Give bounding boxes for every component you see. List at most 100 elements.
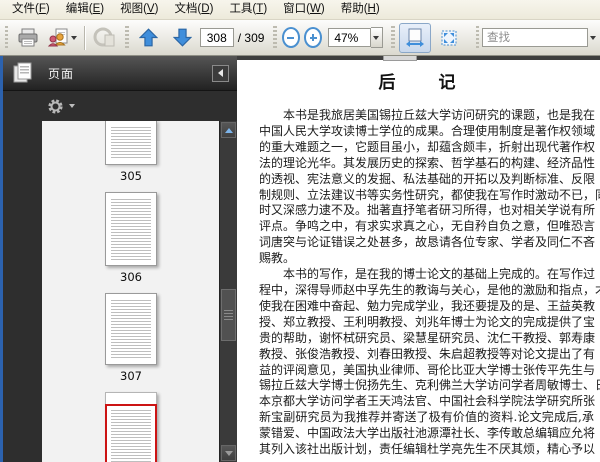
toolbar-grip[interactable] [475, 25, 479, 50]
menu-w[interactable]: 窗口(W) [275, 0, 333, 19]
menu-v[interactable]: 视图(V) [112, 0, 166, 19]
pages-panel-header: 页面 [3, 56, 237, 91]
text-line: 制规则、立法建议书等实务性研究，都使我在写作时激动不已，同 [259, 187, 600, 202]
text-line: 本书是我旅居美国锡拉丘兹大学访问研究的课题，也是我在 [283, 108, 596, 122]
fit-width-button[interactable] [398, 22, 431, 53]
print-button[interactable] [12, 23, 44, 53]
toolbar-grip[interactable] [5, 25, 9, 50]
menu-h[interactable]: 帮助(H) [333, 0, 388, 19]
collaborate-dropdown[interactable] [71, 25, 78, 51]
text-line: 评点。争鸣之中，有求实求真之心，无自矜自负之意，但唯恐言 [259, 219, 596, 234]
scroll-up-button[interactable] [221, 122, 236, 138]
document-view[interactable]: 后 记 本书是我旅居美国锡拉丘兹大学访问研究的课题，也是我在 中国人民大学攻读博士… [237, 56, 600, 462]
previous-page-edge [383, 56, 417, 61]
text-line: 教授、张俊浩教授、刘春田教授、朱启超教授等对论文提出了有 [259, 346, 596, 361]
chevron-down-icon [69, 104, 75, 108]
toolbar-grip[interactable] [125, 25, 129, 50]
collaborate-icon [47, 28, 71, 48]
scroll-up-icon [224, 127, 233, 133]
zoom-level-dropdown[interactable] [370, 27, 384, 48]
text-line: 的透视、宪法意义的发掘、私法基础的开拓以及判断标准、反限 [259, 171, 596, 186]
options-button[interactable] [47, 98, 75, 115]
text-line: 锡拉丘兹大学博士倪扬先生、克利佛兰大学访问学者周敏博士、日 [259, 378, 600, 393]
page-thumbnail-308[interactable] [105, 392, 157, 462]
page-title: 后 记 [378, 73, 459, 93]
page-thumbnail-306[interactable] [105, 192, 157, 266]
scrollbar-thumb[interactable] [221, 289, 236, 341]
thumbnail-list: 305 306 307 308 [42, 121, 220, 462]
page-up-icon [139, 28, 159, 47]
sidebar-scrollbar[interactable] [219, 121, 237, 462]
text-line: 本京都大学访问学者王天鸿法官、中国社会科学院法学研究所张 [259, 394, 596, 409]
toolbar-grip[interactable] [273, 25, 277, 50]
thumbnail-text [111, 300, 151, 359]
share-disabled-icon [93, 27, 117, 49]
thumbnail-page-number: 305 [120, 169, 142, 183]
thumbnail-text [111, 127, 151, 159]
page-thumbnail-307[interactable] [105, 293, 157, 365]
gear-icon [47, 98, 64, 115]
find-input[interactable] [481, 28, 588, 47]
text-line: 贵的帮助，谢怀栻研究员、梁慧星研究员、沈仁干教授、郭寿康 [259, 330, 596, 345]
text-line: 程中，深得导师赵中孚先生的教诲与关心，是他的激励和指点，才 [259, 282, 600, 297]
fit-page-button[interactable] [433, 23, 465, 53]
scroll-down-icon [224, 450, 233, 456]
scroll-down-button[interactable] [221, 445, 236, 461]
collapse-panel-button[interactable] [212, 64, 229, 82]
page-gap [237, 56, 600, 61]
content-area: 页面 305 306 307 308 [0, 56, 600, 462]
thumbnail-text [111, 410, 151, 462]
pages-icon [11, 61, 35, 85]
page-count-label: / 309 [237, 30, 265, 45]
text-line: 的重大难题之一，它题目虽小，却蕴含颇丰，折射出现代著作权 [259, 139, 596, 154]
text-line: 赐教。 [259, 251, 296, 266]
pages-panel: 页面 305 306 307 308 [3, 56, 237, 462]
zoom-out-icon [287, 36, 295, 39]
page-thumbnail-305[interactable] [105, 121, 157, 165]
pages-panel-title: 页面 [48, 66, 75, 81]
previous-page-button[interactable] [133, 23, 165, 53]
zoom-level-value[interactable]: 47% [328, 28, 371, 47]
thumbnail-item: 305 [105, 121, 157, 183]
toolbar-grip[interactable] [391, 25, 395, 50]
chevron-down-icon [373, 35, 380, 40]
text-line: 时又深感力逮不及。拙著直抒笔者研习所得，也对相关学说有所 [259, 203, 596, 218]
page-number-input[interactable] [199, 28, 234, 47]
text-line: 新宝副研究员为我推荐并寄送了极有价值的资料.论文完成后,承 [259, 410, 594, 425]
menu-d[interactable]: 文档(D) [166, 0, 221, 19]
zoom-in-button[interactable] [304, 27, 323, 48]
text-line: 词唐突与论证错误之处甚多，故恳请各位专家、学者及同仁不吝 [259, 235, 596, 250]
thumbnail-text [111, 199, 151, 260]
text-line: 授、郑立教授、王利明教授、刘兆年博士为论文的完成提供了宝 [259, 314, 596, 329]
printer-icon [17, 28, 39, 48]
thumbnail-item: 306 [105, 192, 157, 284]
text-line: 其列入该社出版计划，责任编辑杜学亮先生不厌其烦，精心予以 [259, 442, 596, 457]
page-body: 本书是我旅居美国锡拉丘兹大学访问研究的课题，也是我在 中国人民大学攻读博士学位的成… [237, 93, 600, 458]
pages-panel-toolbar [3, 91, 237, 121]
current-view-box [105, 404, 157, 462]
thumbnail-page-number: 306 [120, 270, 142, 284]
pdf-viewer-window: 文件(F) 编辑(E) 视图(V) 文档(D) 工具(T) 窗口(W) 帮助(H) [0, 0, 600, 462]
thumbnail-item: 308 [105, 392, 157, 462]
fit-page-icon [439, 28, 459, 48]
zoom-out-button[interactable] [281, 27, 301, 48]
text-line: 使我在困难中奋起、勉力完成学业，我还要提及的是、王益英教 [259, 298, 596, 313]
menubar: 文件(F) 编辑(E) 视图(V) 文档(D) 工具(T) 窗口(W) 帮助(H) [0, 0, 600, 20]
chevron-down-icon [590, 35, 596, 40]
text-line: 蒙错爱、中国政法大学出版社池源潭社长、李传敢总编辑应允将 [259, 426, 596, 441]
menu-e[interactable]: 编辑(E) [58, 0, 112, 19]
menu-t[interactable]: 工具(T) [221, 0, 275, 19]
fit-width-icon [405, 28, 425, 48]
find-dropdown[interactable] [588, 25, 598, 51]
collaborate-button[interactable] [46, 23, 78, 53]
text-line: 本书的写作，是在我的博士论文的基础上完成的。在写作过 [283, 267, 596, 282]
text-line: 法的理论光华。其发展历史的探索、哲学基石的构建、经济品性 [259, 155, 596, 170]
next-page-button[interactable] [167, 23, 199, 53]
menu-f[interactable]: 文件(F) [4, 0, 58, 19]
toolbar: / 309 47% [0, 20, 600, 56]
toolbar-separator [83, 25, 85, 50]
share-button-disabled [89, 23, 121, 53]
text-line: 益的评阅意见，美国执业律师、哥伦比亚大学博士张传平先生与 [259, 362, 596, 377]
collapse-left-icon [218, 69, 223, 77]
text-line: 中国人民大学攻读博士学位的成果。合理使用制度是著作权领域 [259, 123, 596, 138]
